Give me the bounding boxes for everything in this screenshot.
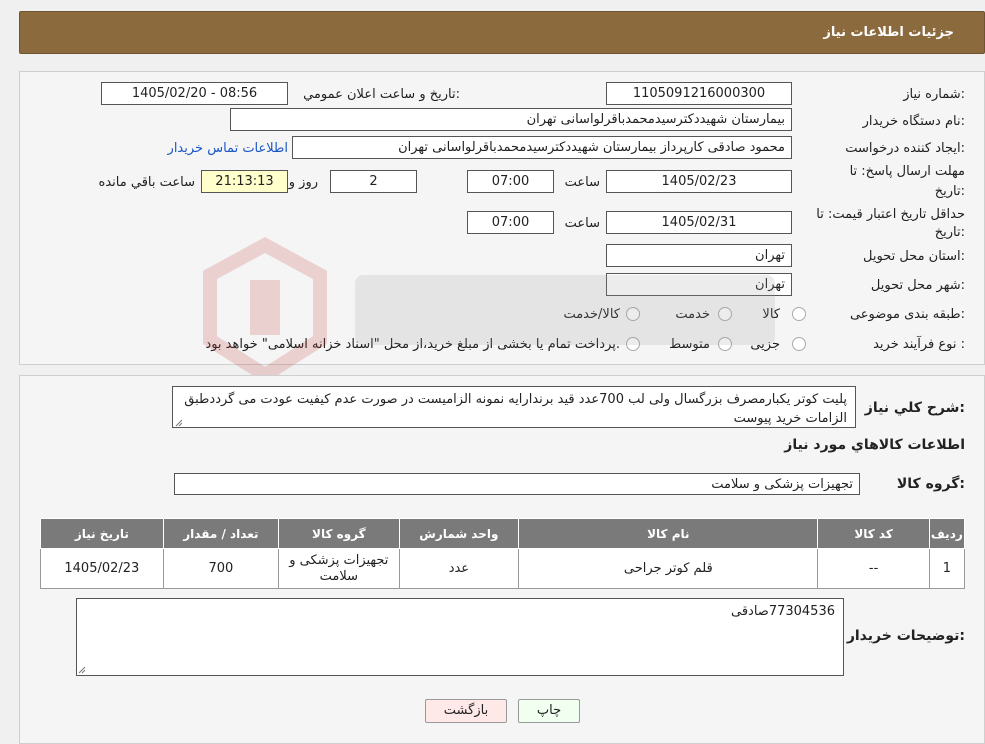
buyer-org-field: بیمارستان شهیددکترسیدمحمدباقرلواسانی تهر… <box>230 108 792 131</box>
category-radio-goods[interactable] <box>792 307 806 321</box>
process-option-minor: جزیی <box>750 337 780 352</box>
cell-group: تجهیزات پزشکی و سلامت <box>278 548 400 589</box>
col-unit: واحد شمارش <box>398 518 520 549</box>
summary-label: شرح کلي نياز: <box>864 400 965 416</box>
page-header: جزئیات اطلاعات نیاز <box>19 11 985 54</box>
col-date: تاریخ نیاز <box>40 518 164 549</box>
process-note: پرداخت تمام یا بخشی از مبلغ خرید،از محل … <box>205 337 620 352</box>
resize-grip-icon[interactable] <box>78 666 86 674</box>
process-option-medium: متوسط <box>669 337 710 352</box>
category-radio-service[interactable] <box>718 307 732 321</box>
days-label: روز و <box>288 175 318 190</box>
table-header-row: رديف کد کالا نام کالا واحد شمارش گروه کا… <box>40 518 966 549</box>
announce-label: تاريخ و ساعت اعلان عمومي: <box>303 87 460 102</box>
remaining-label: ساعت باقي مانده <box>98 175 195 190</box>
need-number-field: 1105091216000300 <box>606 82 792 105</box>
cell-name: قلم کوتر جراحی <box>518 548 819 589</box>
category-option-goods: کالا <box>762 307 780 322</box>
category-radio-goods-service[interactable] <box>626 307 640 321</box>
announce-field: 1405/02/20 - 08:56 <box>101 82 288 105</box>
resize-grip-icon[interactable] <box>175 419 183 427</box>
goods-group-label: گروه کالا: <box>896 476 965 492</box>
city-label: شهر محل تحویل: <box>870 278 965 293</box>
need-number-label: شماره نیاز: <box>903 87 965 102</box>
deadline-time-label: ساعت <box>564 175 600 190</box>
goods-section-title: اطلاعات کالاهاي مورد نياز <box>784 437 965 453</box>
process-label: نوع فرآیند خرید : <box>873 337 965 352</box>
table-row[interactable]: 1 -- قلم کوتر جراحی عدد تجهیزات پزشکی و … <box>40 548 966 589</box>
col-code: کد کالا <box>817 518 930 549</box>
buyer-org-label: نام دستگاه خریدار: <box>862 114 965 129</box>
cell-unit: عدد <box>398 548 520 589</box>
col-name: نام کالا <box>518 518 819 549</box>
goods-table: رديف کد کالا نام کالا واحد شمارش گروه کا… <box>40 518 966 589</box>
process-radio-minor[interactable] <box>792 337 806 351</box>
buyer-notes-text: 77304536صادقی <box>76 598 844 676</box>
province-label: استان محل تحویل: <box>863 249 965 264</box>
requester-label: ایجاد کننده درخواست: <box>845 141 965 156</box>
days-field: 2 <box>330 170 417 193</box>
requester-field: محمود صادقی کارپرداز بیمارستان شهیددکترس… <box>292 136 792 159</box>
validity-time-field: 07:00 <box>467 211 554 234</box>
cell-code: -- <box>817 548 930 589</box>
province-field: تهران <box>606 244 792 267</box>
print-button[interactable]: چاپ <box>518 699 580 723</box>
city-field: تهران <box>606 273 792 296</box>
deadline-time-field: 07:00 <box>467 170 554 193</box>
col-group: گروه کالا <box>278 518 400 549</box>
contact-info-link[interactable]: اطلاعات تماس خریدار <box>168 141 288 156</box>
validity-time-label: ساعت <box>564 216 600 231</box>
validity-label-date: تاریخ: <box>934 225 965 240</box>
category-option-service: خدمت <box>675 307 710 322</box>
goods-group-field: تجهیزات پزشکی و سلامت <box>174 473 860 495</box>
process-radio-treasury[interactable] <box>626 337 640 351</box>
process-radio-medium[interactable] <box>718 337 732 351</box>
col-index: رديف <box>928 518 966 549</box>
deadline-label: مهلت ارسال پاسخ: تا <box>849 164 965 179</box>
category-option-goods-service: کالا/خدمت <box>563 307 620 322</box>
remaining-time-field: 21:13:13 <box>201 170 288 193</box>
cell-index: 1 <box>928 548 966 589</box>
category-label: طبقه بندی موضوعی: <box>849 307 965 322</box>
back-button[interactable]: بازگشت <box>425 699 507 723</box>
summary-text: پلیت کوتر یکبارمصرف بزرگسال ولی لب 700عد… <box>172 386 856 428</box>
validity-label: حداقل تاریخ اعتبار قیمت: تا <box>816 207 965 222</box>
cell-date: 1405/02/23 <box>40 548 164 589</box>
deadline-label-date: تاریخ: <box>934 184 965 199</box>
validity-date-field: 1405/02/31 <box>606 211 792 234</box>
page-title: جزئیات اطلاعات نیاز <box>823 25 954 40</box>
col-qty: تعداد / مقدار <box>162 518 280 549</box>
buyer-notes-label: توضیحات خریدار: <box>846 628 965 644</box>
cell-qty: 700 <box>162 548 280 589</box>
deadline-date-field: 1405/02/23 <box>606 170 792 193</box>
